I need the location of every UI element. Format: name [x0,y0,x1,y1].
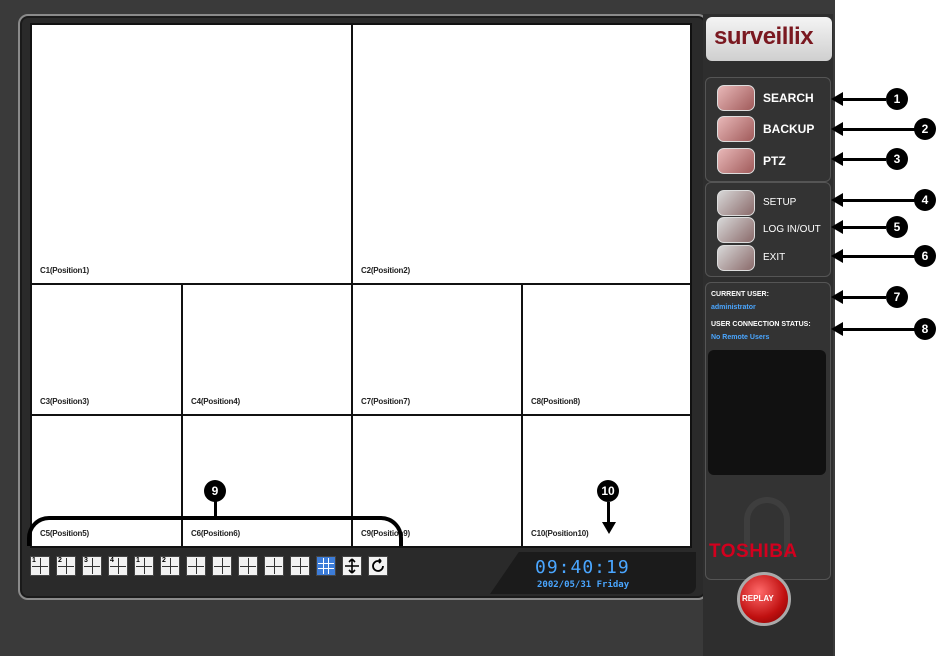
camera-label: C3(Position3) [40,397,89,406]
connection-status-value: No Remote Users [711,334,770,341]
camera-tile-2[interactable]: C2(Position2) [353,25,690,285]
callout-number: 1 [886,88,908,110]
camera-label: C7(Position7) [361,397,410,406]
callout-arrow [831,249,916,263]
callout-line [607,502,610,524]
camera-control-icon [717,148,755,174]
callout-line [214,500,217,518]
camera-tile-3[interactable]: C3(Position3) [32,285,183,416]
layout-single-4-button[interactable]: 4 [108,556,128,576]
callout-bracket [27,516,403,546]
fullscreen-button[interactable] [342,556,362,576]
grid-icon [188,558,204,574]
keyboard-icon [717,217,755,243]
grid-icon [240,558,256,574]
callout-number: 6 [914,245,936,267]
layout-single-1-button[interactable]: 1 [30,556,50,576]
layout-single-2-button[interactable]: 2 [56,556,76,576]
camera-label: C10(Position10) [531,529,589,538]
connection-status-title: USER CONNECTION STATUS: [711,321,811,328]
camera-tile-8[interactable]: C8(Position8) [523,285,690,416]
grid-icon [318,558,334,574]
grid-icon [84,558,100,574]
callout-arrow [831,152,886,166]
refresh-icon [372,558,384,572]
preview-screen [708,350,826,475]
callout-number: 9 [204,480,226,502]
callout-number: 2 [914,118,936,140]
callout-number: 10 [597,480,619,502]
callout-arrow [831,322,916,336]
callout-arrowhead [602,522,616,534]
callout-arrow [831,220,886,234]
layout-16-button[interactable] [316,556,336,576]
callout-number: 7 [886,286,908,308]
grid-icon [266,558,282,574]
callout-number: 4 [914,189,936,211]
grid-icon [214,558,230,574]
clock-time: 09:40:19 [535,557,630,578]
grid-icon [162,558,178,574]
callout-number: 5 [886,216,908,238]
menu-label: SEARCH [763,91,814,105]
move-arrows-icon [345,558,359,574]
callout-arrow [831,290,886,304]
logo-text: surveillix [714,23,814,50]
layout-toolbar: 1 2 3 4 1 2 [30,556,410,586]
camera-tile-4[interactable]: C4(Position4) [183,285,353,416]
menu-label: SETUP [763,197,797,208]
grid-icon [32,558,48,574]
camera-label: C1(Position1) [40,266,89,275]
camera-tile-1[interactable]: C1(Position1) [32,25,353,285]
menu-label: EXIT [763,252,786,263]
tools-icon [717,190,755,216]
toshiba-brand: TOSHIBA [709,541,798,562]
current-user-value: administrator [711,304,756,311]
layout-6-button[interactable] [186,556,206,576]
eye-icon [717,85,755,111]
callout-number: 3 [886,148,908,170]
callout-number: 8 [914,318,936,340]
camera-label: C2(Position2) [361,266,410,275]
callout-arrow [831,92,886,106]
menu-label: PTZ [763,154,786,168]
camera-label: C4(Position4) [191,397,240,406]
current-user-title: CURRENT USER: [711,291,769,298]
layout-10-button[interactable] [238,556,258,576]
grid-icon [110,558,126,574]
replay-button[interactable]: REPLAY [737,572,791,626]
tape-icon [717,116,755,142]
surveillix-logo: surveillix [706,17,832,61]
layout-13b-button[interactable] [290,556,310,576]
layout-9-button[interactable] [212,556,232,576]
clock-date: 2002/05/31 Friday [537,580,630,590]
camera-tile-7[interactable]: C7(Position7) [353,285,523,416]
callout-arrow [831,193,916,207]
grid-icon [136,558,152,574]
door-icon [717,245,755,271]
layout-13-button[interactable] [264,556,284,576]
callout-arrow [831,122,916,136]
layout-single-3-button[interactable]: 3 [82,556,102,576]
replay-label: REPLAY [742,594,774,603]
camera-label: C8(Position8) [531,397,580,406]
grid-icon [58,558,74,574]
sequence-button[interactable] [368,556,388,576]
layout-quad-1-button[interactable]: 1 [134,556,154,576]
menu-label: LOG IN/OUT [763,224,821,235]
grid-icon [292,558,308,574]
menu-label: BACKUP [763,122,815,136]
video-grid: C1(Position1) C2(Position2) C3(Position3… [30,23,692,548]
layout-quad-2-button[interactable]: 2 [160,556,180,576]
